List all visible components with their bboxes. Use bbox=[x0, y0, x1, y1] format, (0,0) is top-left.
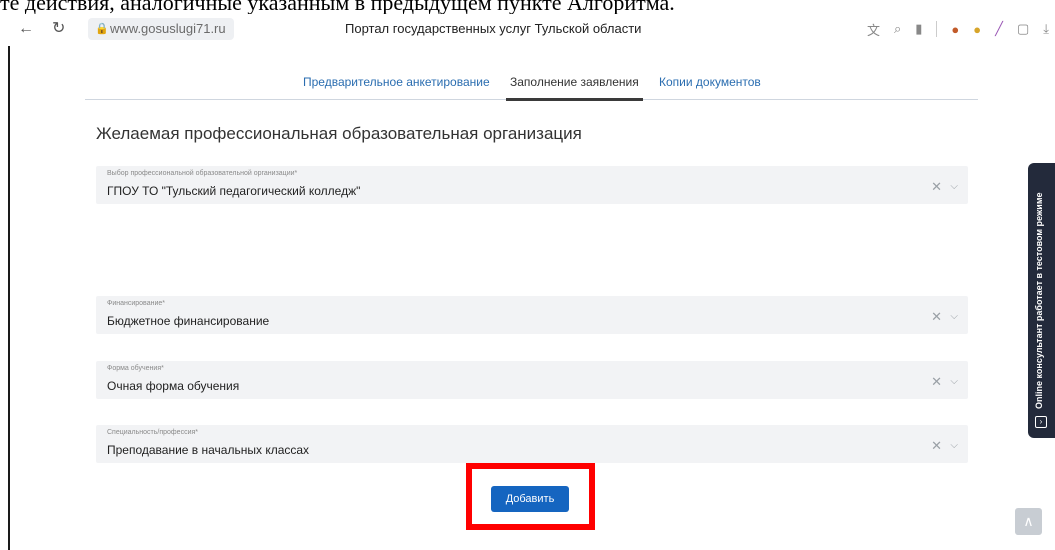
consultant-label: Online консультант работает в тестовом р… bbox=[1034, 192, 1044, 409]
field-value: Бюджетное финансирование bbox=[107, 314, 270, 328]
toolbar-right-icons: 文 ⌕ ▮ ● ● ╱ ▢ ⤓ bbox=[867, 18, 1055, 40]
field-label: Форма обучения* bbox=[107, 365, 164, 372]
scroll-top-button[interactable]: ∧ bbox=[1015, 508, 1042, 535]
clear-icon[interactable]: ✕ bbox=[931, 375, 942, 389]
tabs-bar: Предварительное анкетирование Заполнение… bbox=[85, 64, 978, 101]
extension-icon[interactable]: ● bbox=[973, 22, 981, 37]
toolbar-separator bbox=[936, 21, 938, 37]
organization-select[interactable]: Выбор профессиональной образовательной о… bbox=[96, 166, 968, 204]
document-text-strip: те действия, аналогичные указанным в пре… bbox=[0, 0, 675, 14]
field-label: Финансирование* bbox=[107, 300, 165, 307]
field-label: Специальность/профессия* bbox=[107, 429, 198, 436]
back-icon[interactable]: ← bbox=[18, 19, 34, 39]
financing-select[interactable]: Финансирование* Бюджетное финансирование… bbox=[96, 296, 968, 334]
field-value: Преподавание в начальных классах bbox=[107, 443, 310, 457]
clear-icon[interactable]: ✕ bbox=[931, 439, 942, 453]
field-label: Выбор профессиональной образовательной о… bbox=[107, 170, 298, 177]
pen-icon[interactable]: ╱ bbox=[995, 21, 1003, 37]
translate-icon[interactable]: 文 bbox=[867, 20, 880, 39]
chevron-down-icon[interactable]: ⌵ bbox=[950, 311, 958, 323]
clear-icon[interactable]: ✕ bbox=[931, 180, 942, 194]
lock-icon: 🔒 bbox=[95, 23, 109, 35]
search-icon[interactable]: ⌕ bbox=[894, 21, 901, 37]
tab-application[interactable]: Заполнение заявления bbox=[506, 74, 643, 101]
chat-icon: › bbox=[1035, 416, 1047, 428]
field-value: Очная форма обучения bbox=[107, 379, 240, 393]
field-value: ГПОУ ТО "Тульский педагогический колледж… bbox=[107, 184, 361, 198]
frame-border bbox=[8, 46, 10, 550]
chevron-down-icon[interactable]: ⌵ bbox=[950, 440, 958, 452]
study-form-select[interactable]: Форма обучения* Очная форма обучения ✕ ⌵ bbox=[96, 361, 968, 399]
specialty-select[interactable]: Специальность/профессия* Преподавание в … bbox=[96, 425, 968, 463]
clear-icon[interactable]: ✕ bbox=[931, 310, 942, 324]
extension-icon[interactable]: ● bbox=[951, 22, 959, 37]
section-title: Желаемая профессиональная образовательна… bbox=[96, 124, 582, 143]
bookmark-icon[interactable]: ▮ bbox=[915, 21, 922, 37]
add-button[interactable]: Добавить bbox=[491, 486, 569, 512]
browser-toolbar: ← ↻ 🔒 www.gosuslugi71.ru Портал государс… bbox=[0, 14, 1055, 46]
tab-document-copies[interactable]: Копии документов bbox=[659, 74, 761, 90]
reading-mode-icon[interactable]: ▢ bbox=[1017, 21, 1029, 37]
online-consultant-tab[interactable]: Online консультант работает в тестовом р… bbox=[1028, 163, 1055, 438]
url-text: www.gosuslugi71.ru bbox=[110, 21, 226, 36]
address-bar[interactable]: 🔒 www.gosuslugi71.ru bbox=[88, 18, 234, 40]
chevron-down-icon[interactable]: ⌵ bbox=[950, 376, 958, 388]
download-icon[interactable]: ⤓ bbox=[1043, 21, 1049, 37]
chevron-down-icon[interactable]: ⌵ bbox=[950, 181, 958, 193]
tab-preliminary-survey[interactable]: Предварительное анкетирование bbox=[303, 74, 490, 90]
page-title: Портал государственных услуг Тульской об… bbox=[345, 21, 642, 36]
reload-icon[interactable]: ↻ bbox=[52, 19, 65, 39]
